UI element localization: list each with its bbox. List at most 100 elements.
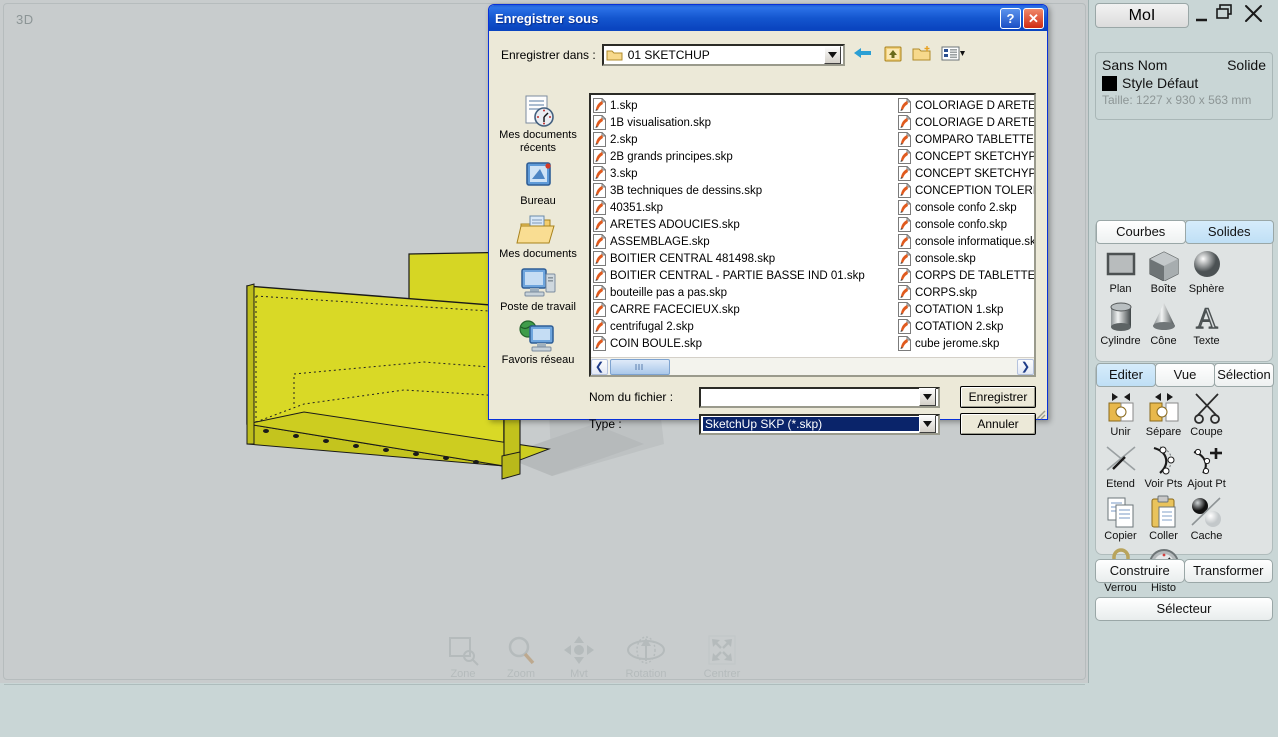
file-list-item[interactable]: 1B visualisation.skp: [593, 114, 898, 131]
filename-combobox[interactable]: [699, 386, 940, 408]
file-list-item[interactable]: BOITIER CENTRAL 481498.skp: [593, 250, 898, 267]
help-icon[interactable]: ?: [1000, 7, 1021, 29]
place-poste-de-travail[interactable]: Poste de travail: [495, 265, 581, 314]
tool-ajout-pt[interactable]: Ajout Pt: [1185, 442, 1228, 490]
file-list-item[interactable]: 3B techniques de dessins.skp: [593, 182, 898, 199]
file-list-item[interactable]: ASSEMBLAGE.skp: [593, 233, 898, 250]
place-favoris-reseau[interactable]: Favoris réseau: [495, 318, 581, 367]
file-name: console.skp: [915, 252, 976, 265]
scroll-left-button[interactable]: ❮: [591, 358, 608, 375]
tab-selection[interactable]: Sélection: [1214, 363, 1274, 387]
chevron-down-icon[interactable]: [919, 415, 936, 433]
file-list-item[interactable]: bouteille pas a pas.skp: [593, 284, 898, 301]
file-list-item[interactable]: CORPS.skp: [898, 284, 1034, 301]
tool-histo-label: Histo: [1150, 582, 1177, 594]
resize-grip[interactable]: [1034, 408, 1046, 420]
file-list-item[interactable]: COTATION 2.skp: [898, 318, 1034, 335]
svg-text:A: A: [1196, 302, 1218, 333]
transformer-button[interactable]: Transformer: [1183, 559, 1273, 583]
file-list-item[interactable]: cube jerome.skp: [898, 335, 1034, 352]
construire-button[interactable]: Construire: [1095, 559, 1185, 583]
tool-copier[interactable]: Copier: [1099, 494, 1142, 542]
close-icon[interactable]: ✕: [1023, 7, 1044, 29]
tool-separe[interactable]: Sépare: [1142, 390, 1185, 438]
file-list-item[interactable]: 3.skp: [593, 165, 898, 182]
cancel-button[interactable]: Annuler: [960, 413, 1036, 435]
file-list-item[interactable]: COLORIAGE D ARETES v: [898, 97, 1034, 114]
back-arrow-icon[interactable]: [853, 45, 874, 65]
file-list-item[interactable]: CARRE FACECIEUX.skp: [593, 301, 898, 318]
tool-texte[interactable]: A Texte: [1185, 299, 1228, 347]
file-list-item[interactable]: COLORIAGE D ARETES.s: [898, 114, 1034, 131]
place-mes-documents[interactable]: Mes documents: [495, 212, 581, 261]
file-list-item[interactable]: COMPARO TABLETTE NE: [898, 131, 1034, 148]
tool-coller[interactable]: Coller: [1142, 494, 1185, 542]
tab-vue[interactable]: Vue: [1155, 363, 1215, 387]
file-list[interactable]: 1.skp 1B visualisation.skp 2.skp 2B grands …: [589, 93, 1036, 377]
scrollbar-thumb[interactable]: [610, 358, 670, 375]
chevron-down-icon[interactable]: [919, 388, 936, 406]
look-in-row: Enregistrer dans : 01 SKETCHUP: [501, 43, 1039, 67]
tool-sphere[interactable]: Sphère: [1185, 247, 1228, 295]
minimize-icon[interactable]: [1194, 6, 1210, 27]
tool-voir-pts[interactable]: Voir Pts: [1142, 442, 1185, 490]
new-folder-icon[interactable]: [912, 45, 932, 65]
up-folder-icon[interactable]: [883, 45, 903, 65]
file-list-item[interactable]: COIN BOULE.skp: [593, 335, 898, 352]
view-tool-centrer[interactable]: Centrer: [691, 634, 753, 680]
file-name: COTATION 2.skp: [915, 320, 1004, 333]
separate-icon: [1142, 390, 1185, 426]
show-points-icon: [1142, 442, 1185, 478]
horizontal-scrollbar[interactable]: ❮ ❯: [591, 357, 1034, 375]
file-name: COLORIAGE D ARETES v: [915, 99, 1034, 112]
moi-logo-button[interactable]: MoI: [1095, 3, 1189, 28]
tab-solides[interactable]: Solides: [1184, 220, 1274, 244]
view-tool-zoom[interactable]: Zoom: [499, 634, 543, 680]
close-icon[interactable]: [1242, 1, 1266, 28]
views-icon[interactable]: [941, 45, 965, 65]
tool-verrou-label: Verrou: [1104, 582, 1137, 594]
file-list-item[interactable]: console informatique.skp: [898, 233, 1034, 250]
tab-courbes[interactable]: Courbes: [1096, 220, 1186, 244]
style-color-swatch[interactable]: [1102, 75, 1117, 91]
file-list-item[interactable]: 2.skp: [593, 131, 898, 148]
tool-boite[interactable]: Boîte: [1142, 247, 1185, 295]
dialog-titlebar[interactable]: Enregistrer sous ? ✕: [489, 5, 1047, 31]
tab-editer[interactable]: Editer: [1096, 363, 1156, 387]
file-list-item[interactable]: console confo 2.skp: [898, 199, 1034, 216]
file-list-item[interactable]: console.skp: [898, 250, 1034, 267]
look-in-combobox[interactable]: 01 SKETCHUP: [601, 44, 845, 66]
file-list-item[interactable]: console confo.skp: [898, 216, 1034, 233]
view-tool-mvt[interactable]: Mvt: [557, 634, 601, 680]
tool-plan[interactable]: Plan: [1099, 247, 1142, 295]
file-list-item[interactable]: 1.skp: [593, 97, 898, 114]
file-list-item[interactable]: 40351.skp: [593, 199, 898, 216]
save-as-dialog[interactable]: Enregistrer sous ? ✕ Enregistrer dans : …: [488, 4, 1048, 435]
tool-cylindre[interactable]: Cylindre: [1099, 299, 1142, 347]
file-list-item[interactable]: CORPS DE TABLETTE 60: [898, 267, 1034, 284]
file-list-item[interactable]: COTATION 1.skp: [898, 301, 1034, 318]
view-tool-rotation[interactable]: Rotation: [615, 634, 677, 680]
file-list-item[interactable]: ARETES ADOUCIES.skp: [593, 216, 898, 233]
file-list-item[interactable]: CONCEPT SKETCHYPHYS: [898, 148, 1034, 165]
tool-cone[interactable]: Cône: [1142, 299, 1185, 347]
selecteur-button[interactable]: Sélecteur: [1095, 597, 1273, 621]
save-button[interactable]: Enregistrer: [960, 386, 1036, 408]
file-name: 1.skp: [610, 99, 638, 112]
filetype-combobox[interactable]: SketchUp SKP (*.skp): [699, 413, 940, 435]
restore-icon[interactable]: [1215, 3, 1235, 26]
file-list-item[interactable]: CONCEPTION TOLERIE -: [898, 182, 1034, 199]
tool-etend[interactable]: Etend: [1099, 442, 1142, 490]
tool-coupe[interactable]: Coupe: [1185, 390, 1228, 438]
scroll-right-button[interactable]: ❯: [1017, 358, 1034, 375]
chevron-down-icon[interactable]: [823, 46, 841, 64]
file-list-item[interactable]: centrifugal 2.skp: [593, 318, 898, 335]
view-tool-zone[interactable]: Zone: [441, 634, 485, 680]
file-list-item[interactable]: BOITIER CENTRAL - PARTIE BASSE IND 01.sk…: [593, 267, 898, 284]
tool-unir[interactable]: Unir: [1099, 390, 1142, 438]
tool-cache[interactable]: Cache: [1185, 494, 1228, 542]
place-bureau[interactable]: Bureau: [495, 159, 581, 208]
place-mes-documents-recents[interactable]: Mes documents récents: [495, 93, 581, 155]
file-list-item[interactable]: 2B grands principes.skp: [593, 148, 898, 165]
file-list-item[interactable]: CONCEPT SKETCHYPHYS: [898, 165, 1034, 182]
